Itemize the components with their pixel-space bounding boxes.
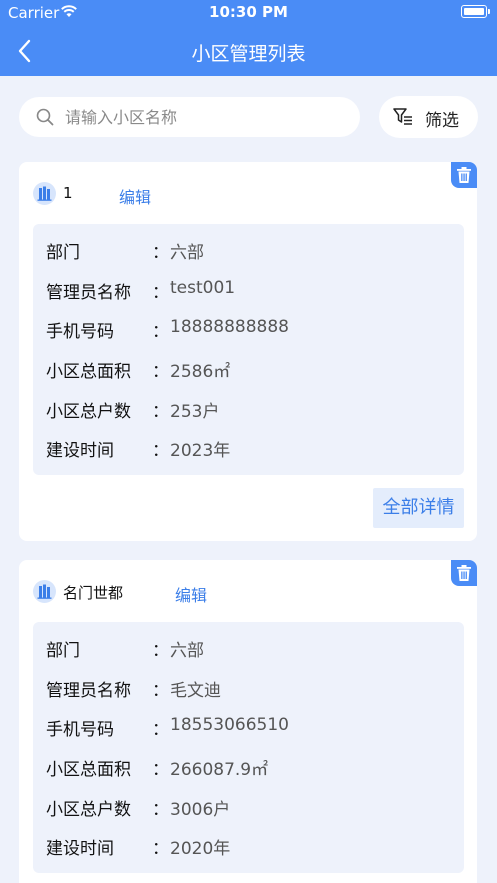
info-colon: ：: [152, 402, 169, 422]
search-box[interactable]: [19, 97, 360, 137]
community-card: 1 编辑 部门 ： 六部 管理员名称 ： test001 手机号码 ： 1888…: [19, 162, 477, 541]
info-label: 管理员名称: [46, 681, 131, 701]
page-title: 小区管理列表: [191, 43, 306, 65]
info-row-admin-name: 管理员名称 ： 毛文迪: [46, 676, 446, 701]
info-row-area: 小区总面积 ： 266087.9㎡: [46, 755, 446, 780]
info-label: 管理员名称: [46, 283, 131, 303]
info-colon: ：: [152, 641, 169, 661]
trash-icon: [457, 565, 471, 581]
info-value: 3006户: [170, 800, 231, 820]
info-colon: ：: [152, 681, 169, 701]
status-bar: Carrier 10:30 PM: [0, 0, 497, 26]
info-colon: ：: [152, 839, 169, 859]
edit-link[interactable]: 编辑: [175, 582, 207, 606]
info-label: 小区总户数: [46, 800, 131, 820]
info-label: 部门: [46, 641, 80, 661]
info-value: 六部: [170, 641, 204, 661]
info-value: 2020年: [170, 839, 231, 859]
info-row-department: 部门 ： 六部: [46, 636, 446, 661]
trash-icon: [457, 167, 471, 183]
filter-icon: [393, 108, 412, 125]
info-label: 小区总户数: [46, 402, 131, 422]
info-colon: ：: [152, 283, 169, 303]
info-label: 建设时间: [46, 441, 114, 461]
info-label: 手机号码: [46, 322, 114, 342]
info-panel: 部门 ： 六部 管理员名称 ： 毛文迪 手机号码 ： 18553066510 小…: [33, 622, 464, 873]
building-icon: [33, 580, 56, 603]
info-value: 2586㎡: [170, 362, 231, 382]
info-colon: ：: [152, 800, 169, 820]
info-colon: ：: [152, 322, 169, 342]
info-value: 毛文迪: [170, 681, 221, 701]
info-colon: ：: [152, 441, 169, 461]
search-row: 筛选: [0, 96, 497, 140]
info-value: test001: [170, 278, 236, 298]
info-row-phone: 手机号码 ： 18888888888: [46, 317, 446, 342]
info-colon: ：: [152, 362, 169, 382]
info-row-admin-name: 管理员名称 ： test001: [46, 278, 446, 303]
delete-button[interactable]: [451, 560, 477, 586]
info-value: 253户: [170, 402, 220, 422]
status-time: 10:30 PM: [209, 3, 288, 21]
building-icon: [33, 182, 56, 205]
battery-icon: [461, 5, 490, 18]
info-label: 手机号码: [46, 720, 114, 740]
community-card: 名门世都 编辑 部门 ： 六部 管理员名称 ： 毛文迪 手机号码 ： 18553…: [19, 560, 477, 883]
info-row-department: 部门 ： 六部: [46, 238, 446, 263]
filter-button[interactable]: 筛选: [379, 96, 478, 138]
nav-bar: 小区管理列表: [0, 26, 497, 76]
info-value: 六部: [170, 243, 204, 263]
info-label: 建设时间: [46, 839, 114, 859]
info-value: 18888888888: [170, 317, 289, 337]
info-panel: 部门 ： 六部 管理员名称 ： test001 手机号码 ： 188888888…: [33, 224, 464, 475]
info-row-area: 小区总面积 ： 2586㎡: [46, 357, 446, 382]
info-row-build-year: 建设时间 ： 2023年: [46, 436, 446, 461]
info-colon: ：: [152, 243, 169, 263]
filter-label: 筛选: [425, 111, 459, 131]
info-row-build-year: 建设时间 ： 2020年: [46, 834, 446, 859]
info-label: 小区总面积: [46, 760, 131, 780]
info-row-households: 小区总户数 ： 253户: [46, 397, 446, 422]
community-name: 名门世都: [63, 584, 124, 602]
search-input[interactable]: [65, 105, 345, 129]
search-icon: [36, 108, 54, 126]
info-row-households: 小区总户数 ： 3006户: [46, 795, 446, 820]
app-header: Carrier 10:30 PM 小区管理列表: [0, 0, 497, 76]
info-value: 2023年: [170, 441, 231, 461]
info-colon: ：: [152, 720, 169, 740]
delete-button[interactable]: [451, 162, 477, 188]
info-row-phone: 手机号码 ： 18553066510: [46, 715, 446, 740]
edit-link[interactable]: 编辑: [119, 184, 151, 208]
info-colon: ：: [152, 760, 169, 780]
info-label: 部门: [46, 243, 80, 263]
community-name: 1: [63, 184, 73, 202]
info-value: 18553066510: [170, 715, 289, 735]
info-value: 266087.9㎡: [170, 760, 269, 780]
full-details-button[interactable]: 全部详情: [373, 488, 464, 528]
info-label: 小区总面积: [46, 362, 131, 382]
